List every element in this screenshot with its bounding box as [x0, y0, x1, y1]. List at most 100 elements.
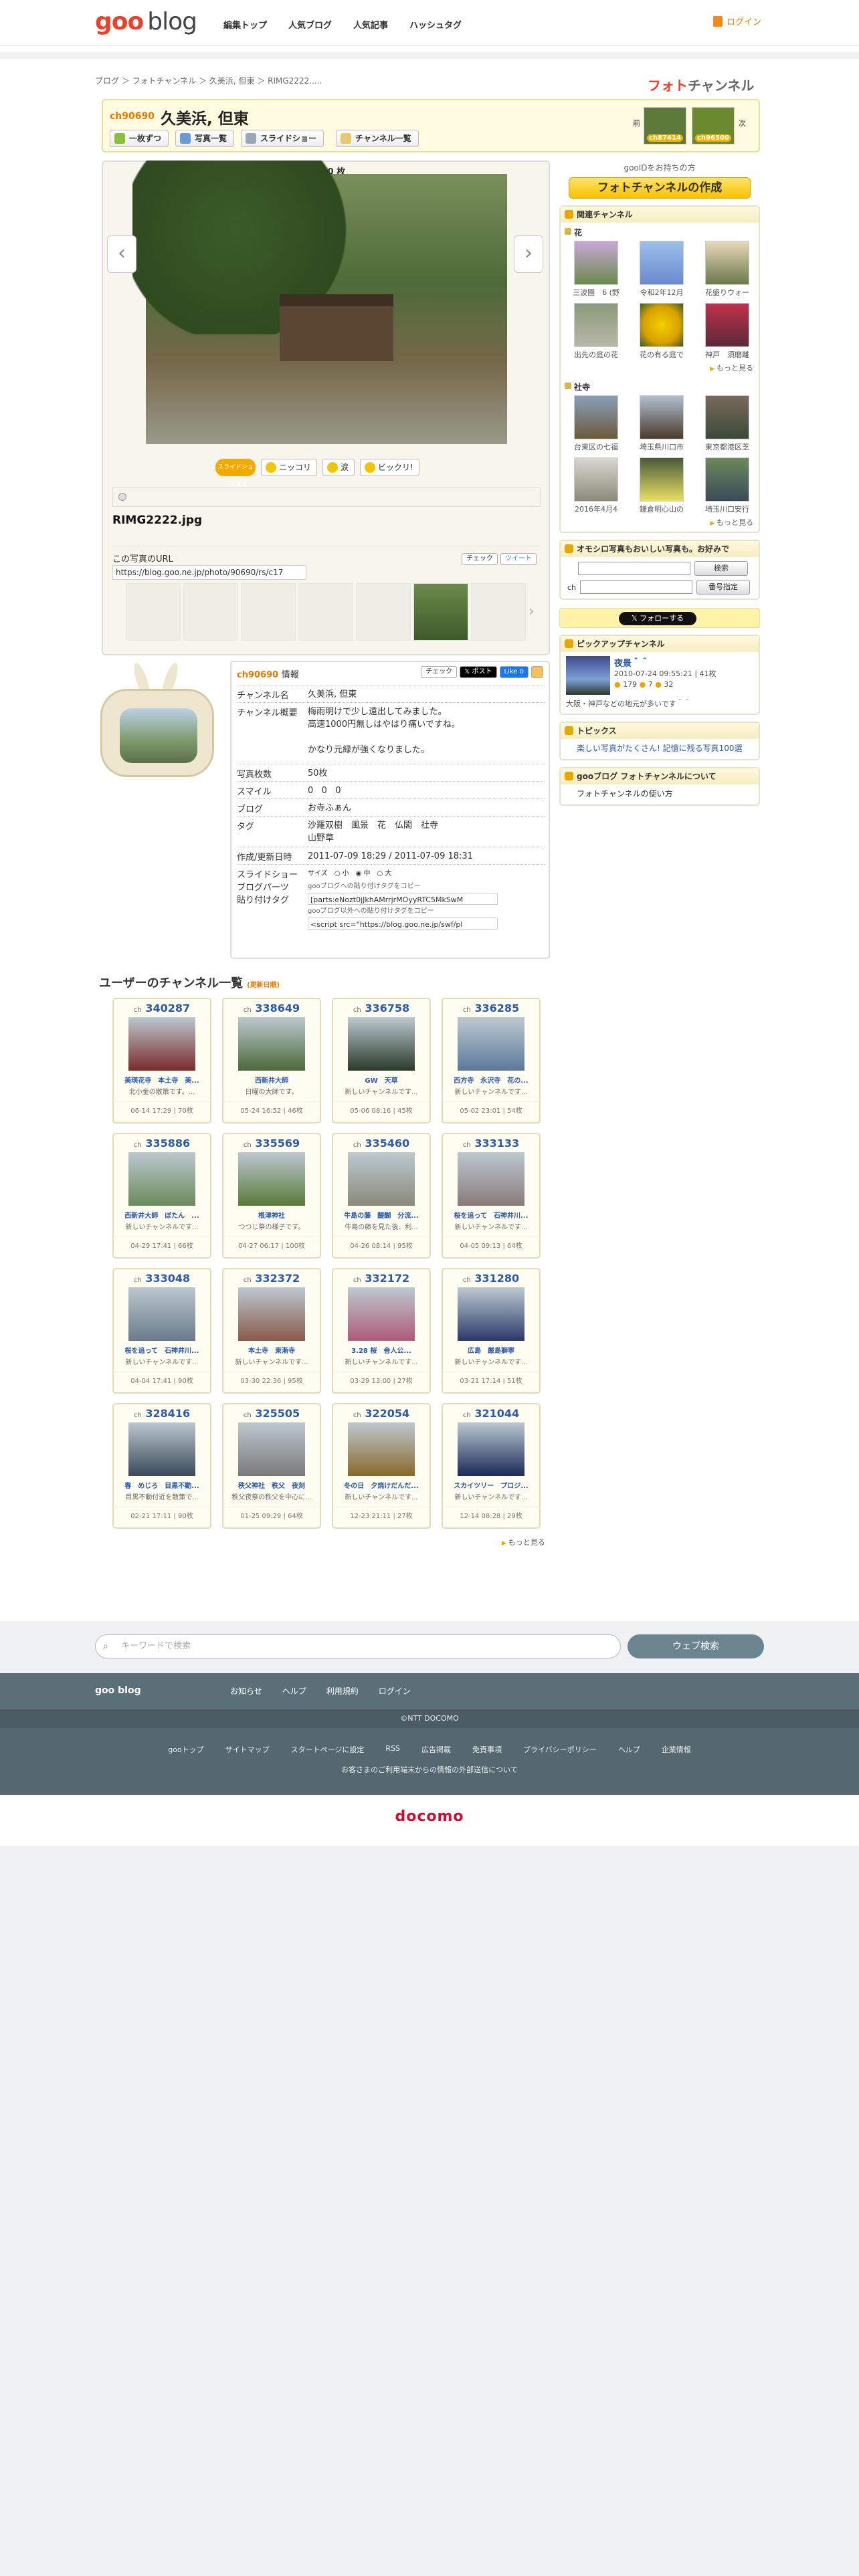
web-search-button[interactable]: ウェブ検索 [628, 1634, 764, 1658]
thumbnail[interactable] [356, 583, 411, 641]
channel-card[interactable]: ch 332372 本土寺 東漸寺 新しいチャンネルです... 03-30 22:36… [222, 1268, 321, 1394]
photo-url-field[interactable]: https://blog.goo.ne.jp/photo/90690/rs/c1… [112, 565, 306, 580]
related-item[interactable]: 埼玉県川口市 [630, 395, 693, 452]
follow-button[interactable]: 𝕏 フォローする [619, 612, 696, 625]
card-title: GW 天草 [365, 1077, 398, 1085]
nav-hashtag[interactable]: ハッシュタグ [409, 18, 462, 31]
external-tag-field[interactable]: <script src="https://blog.goo.ne.jp/swf/… [308, 918, 498, 930]
channel-card[interactable]: ch 338649 西新井大師 日曜の大師です。 05-24 16:52 | 46枚 [222, 998, 321, 1123]
surprise-button[interactable]: ビックリ! [360, 459, 419, 476]
breadcrumb[interactable]: ブログ ＞ フォトチャンネル ＞ 久美浜, 但東 ＞ RIMG2222..... [95, 75, 322, 86]
smile-button[interactable]: ニッコリ [261, 459, 318, 476]
channel-card[interactable]: ch 335569 根津神社 つつじ祭の様子です。 04-27 06:17 | 100… [222, 1133, 321, 1259]
channel-card[interactable]: ch 325505 秩父神社 秩父 夜刻 秩父夜祭の秩父を中心に... 01-25 0… [222, 1403, 321, 1529]
card-number: ch 325505 [243, 1407, 300, 1420]
thumbnail[interactable] [471, 583, 526, 641]
channel-card[interactable]: ch 332172 3.28 桜 舎人公... 新しいチャンネルです... 03-29… [332, 1268, 431, 1394]
channel-card[interactable]: ch 328416 春 めじろ 目黒不動... 目黒不動付近を散策で... 02-21… [112, 1403, 211, 1529]
tear-button[interactable]: 涙 [322, 459, 355, 476]
related-item[interactable]: 埼玉川口安行 [696, 457, 759, 514]
related-item[interactable]: 台東区の七福 [565, 395, 628, 452]
slideshow-tag[interactable]: スライドショーで見る [215, 459, 256, 488]
related-item[interactable]: 出先の庭の花 [565, 303, 628, 360]
channel-card[interactable]: ch 336758 GW 天草 新しいチャンネルです... 05-06 08:16 |… [332, 998, 431, 1123]
nav-edit-top[interactable]: 編集トップ [223, 18, 267, 31]
blog-tag-field[interactable]: [parts:eNozt0jJkhAMrrjrMOyyRTC5MkSwM [308, 893, 498, 905]
channel-number-input[interactable] [580, 580, 693, 594]
nav-popular-blog[interactable]: 人気ブログ [288, 18, 332, 31]
prev-photo-button[interactable]: ‹ [107, 235, 136, 273]
related-item[interactable]: 東京都港区芝 [696, 395, 759, 452]
one-by-one-button[interactable]: 一枚ずつ [110, 130, 169, 147]
next-photo-button[interactable]: › [514, 235, 543, 273]
like-button[interactable]: Like 0 [499, 666, 529, 678]
check-button[interactable]: チェック [462, 553, 498, 565]
footer-link[interactable]: 企業情報 [662, 1744, 691, 1755]
related-item[interactable]: 神戸 須磨離 [696, 303, 759, 360]
thumb-next-icon[interactable]: › [529, 603, 535, 620]
mail-icon[interactable] [531, 666, 543, 678]
channel-card[interactable]: ch 321044 スカイツリー プロジ... 新しいチャンネルです... 12-14… [442, 1403, 541, 1529]
pickup-channel: ピックアップチャンネル 夜景＾＾ 2010-07-24 09:55:21 | 4… [559, 635, 760, 715]
related-item[interactable]: 2016年4月4 [565, 457, 628, 514]
channel-card[interactable]: ch 336285 西方寺 永沢寺 花の... 新しいチャンネルです... 05-02… [442, 998, 541, 1123]
channel-header: ch90690 久美浜, 但東 一枚ずつ 写真一覧 スライドショー チャンネル一… [102, 99, 760, 152]
thumbnail-selected[interactable] [413, 583, 468, 641]
post-button[interactable]: 𝕏 ポスト [460, 666, 497, 678]
card-number: ch 332372 [243, 1272, 300, 1285]
next-channel-thumb[interactable]: ch96500 [692, 107, 735, 144]
photo-channel-brand[interactable]: フォトチャンネル [648, 75, 754, 94]
more-channels-link[interactable]: もっと見る [502, 1537, 545, 1547]
share-buttons: チェック ツイート [462, 553, 537, 565]
tweet-button[interactable]: ツイート [500, 553, 537, 565]
related-item[interactable]: 鎌倉明心山の [630, 457, 693, 514]
more-link[interactable]: もっと見る [561, 360, 759, 377]
footer-link[interactable]: 免責事項 [472, 1744, 502, 1755]
channel-card[interactable]: ch 335886 西新井大師 ぼたん ... 新しいチャンネルです... 04-29… [112, 1133, 211, 1259]
more-link[interactable]: もっと見る [561, 514, 759, 532]
channel-card[interactable]: ch 335460 牛島の藤 醍醐 分流... 牛島の藤を見た後、利... 04-26… [332, 1133, 431, 1259]
related-item[interactable]: 花盛りウォー [696, 241, 759, 298]
thumbnail[interactable] [126, 583, 181, 641]
card-meta: 02-21 17:11 | 90枚 [114, 1507, 210, 1520]
topic-link[interactable]: 楽しい写真がたくさん! 記憶に残る写真100選 [561, 739, 759, 759]
channel-card[interactable]: ch 333133 桜を追って 石神井川... 新しいチャンネルです... 04-05… [442, 1133, 541, 1259]
footer-search-input[interactable]: キーワードで検索 [95, 1634, 621, 1658]
related-item[interactable]: 令和2年12月 [630, 241, 693, 298]
nav-popular-article[interactable]: 人気記事 [353, 18, 388, 31]
thumbnail[interactable] [241, 583, 296, 641]
channel-list-button[interactable]: チャンネル一覧 [336, 130, 419, 147]
footer-link[interactable]: プライバシーポリシー [523, 1744, 597, 1755]
check-button[interactable]: チェック [421, 666, 458, 678]
number-search-button[interactable]: 番号指定 [696, 580, 751, 595]
footer-link[interactable]: RSS [385, 1744, 400, 1755]
goo-blog-logo[interactable]: goo blog [95, 8, 197, 35]
login-link[interactable]: ログイン [713, 15, 761, 27]
howto-link[interactable]: フォトチャンネルの使い方 [561, 784, 759, 804]
footer-link[interactable]: スタートページに設定 [291, 1744, 365, 1755]
create-channel-button[interactable]: フォトチャンネルの作成 [569, 177, 751, 199]
pickup-item[interactable]: 夜景＾＾ 2010-07-24 09:55:21 | 41枚 ● 179 ● 7… [561, 652, 759, 699]
footer-link[interactable]: gooトップ [168, 1744, 203, 1755]
footer-link[interactable]: 広告掲載 [421, 1744, 451, 1755]
thumbnail[interactable] [183, 583, 238, 641]
channel-card[interactable]: ch 340287 美瑛花寺 本土寺 美... 北小金の散策です。... 06-14 … [112, 998, 211, 1123]
footer-link[interactable]: サイトマップ [225, 1744, 270, 1755]
photo-list-button[interactable]: 写真一覧 [175, 130, 235, 147]
card-title: 広島 厳島獅寧 [468, 1348, 514, 1355]
main-photo[interactable] [132, 160, 507, 444]
prev-channel-thumb[interactable]: ch87414 [644, 107, 686, 144]
channel-card[interactable]: ch 331280 広島 厳島獅寧 新しいチャンネルです... 03-21 17:14… [442, 1268, 541, 1394]
thumbnail[interactable] [298, 583, 353, 641]
keyword-input[interactable] [578, 562, 690, 575]
card-meta: 05-24 16:52 | 46枚 [223, 1101, 320, 1115]
card-number: ch 322054 [353, 1407, 410, 1420]
search-button[interactable]: 検索 [694, 561, 748, 576]
channel-card[interactable]: ch 333048 桜を追って 石神井川... 新しいチャンネルです... 04-04… [112, 1268, 211, 1394]
related-item[interactable]: 花の有る庭で [630, 303, 693, 360]
docomo-logo[interactable]: docomo [0, 1808, 859, 1825]
related-item[interactable]: 三波園 6 (野 [565, 241, 628, 298]
slideshow-button[interactable]: スライドショー [241, 130, 324, 147]
footer-link[interactable]: ヘルプ [618, 1744, 640, 1755]
channel-card[interactable]: ch 322054 冬の日 夕焼けだんだ... 新しいチャンネルです... 12-23… [332, 1403, 431, 1529]
